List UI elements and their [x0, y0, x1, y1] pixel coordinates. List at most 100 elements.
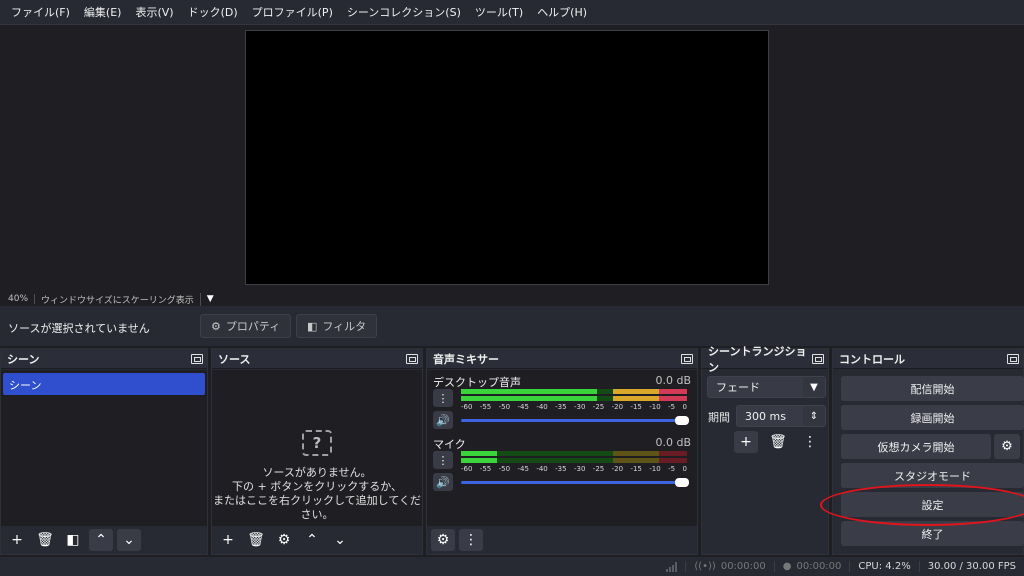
volume-meter — [461, 451, 687, 456]
gear-icon[interactable]: ⚙ — [994, 434, 1020, 459]
meter-tick-label: -45 — [517, 403, 529, 411]
duration-spinbox[interactable]: 300 ms ⇕ — [736, 405, 826, 427]
channel-db: 0.0 dB — [655, 436, 691, 449]
meter-level — [461, 389, 597, 394]
gear-icon[interactable]: ⚙ — [272, 529, 296, 551]
move-down-icon[interactable]: ⌄ — [117, 529, 141, 551]
volume-meter — [461, 389, 687, 394]
start-virtual-camera-button[interactable]: 仮想カメラ開始 — [841, 434, 991, 459]
meter-yellow — [613, 451, 659, 456]
stepper-icon[interactable]: ⇕ — [803, 406, 825, 426]
transition-actions: + 🗑 ⋮ — [734, 431, 822, 453]
meter-tick-label: -5 — [668, 465, 676, 473]
add-icon[interactable]: + — [216, 529, 240, 551]
menu-bar: ファイル(F) 編集(E) 表示(V) ドック(D) プロファイル(P) シーン… — [0, 0, 1024, 24]
properties-label: プロパティ — [225, 320, 281, 333]
undock-icon[interactable] — [1007, 353, 1019, 364]
mixer-dock-header: 音声ミキサー — [427, 349, 697, 369]
volume-slider[interactable] — [461, 416, 689, 425]
menu-profile[interactable]: プロファイル(P) — [245, 4, 340, 20]
record-icon: ● — [782, 561, 792, 572]
undock-icon[interactable] — [406, 353, 418, 364]
meter-ticks: -60 -55 -50 -45 -40 -35 -30 -25 -20 -15 -10 -5 0 — [461, 403, 687, 411]
undock-icon[interactable] — [681, 353, 693, 364]
preview-canvas[interactable] — [245, 30, 769, 285]
channel-menu-icon[interactable]: ⋮ — [433, 389, 453, 407]
start-streaming-button[interactable]: 配信開始 — [841, 376, 1024, 401]
meter-level — [461, 451, 498, 456]
recording-status: ● 00:00:00 — [773, 561, 850, 572]
mixer-channel-desktop: デスクトップ音声 0.0 dB ⋮ -60 -55 -50 -45 -40 -35 -30-… — [427, 372, 697, 432]
more-icon[interactable]: ⋮ — [798, 431, 822, 453]
move-up-icon[interactable]: ⌃ — [300, 529, 324, 551]
scene-item[interactable]: シーン — [3, 373, 205, 395]
undock-icon[interactable] — [191, 353, 203, 364]
mixer-channel-mic: マイク 0.0 dB ⋮ -60 -55 -50 -45 -40 -35 -30 -25 -20… — [427, 434, 697, 494]
filter-icon: ◧ — [307, 319, 318, 333]
trash-icon[interactable]: 🗑 — [244, 529, 268, 551]
meter-tick-label: -35 — [555, 403, 567, 411]
scene-filter-icon[interactable]: ◧ — [61, 529, 85, 551]
scenes-dock-title: シーン — [7, 352, 40, 366]
transitions-dock-header: シーントランジション — [702, 345, 828, 374]
studio-mode-button[interactable]: スタジオモード — [841, 463, 1024, 488]
channel-name: デスクトップ音声 — [433, 376, 521, 389]
preview-area[interactable] — [0, 24, 1024, 292]
mixer-menu-icon[interactable]: ⋮ — [459, 529, 483, 551]
sources-list[interactable]: ? ソースがありません。 下の + ボタンをクリックするか、 またはここを右クリ… — [212, 370, 422, 526]
menu-tools[interactable]: ツール(T) — [468, 4, 530, 20]
undock-icon[interactable] — [812, 353, 824, 364]
slider-knob[interactable] — [675, 416, 689, 425]
menu-edit[interactable]: 編集(E) — [77, 4, 129, 20]
meter-red — [659, 389, 687, 394]
menu-scene-collection[interactable]: シーンコレクション(S) — [340, 4, 468, 20]
recording-time: 00:00:00 — [796, 561, 842, 572]
volume-slider[interactable] — [461, 478, 689, 487]
trash-icon[interactable]: 🗑 — [33, 529, 57, 551]
speaker-icon[interactable]: 🔊 — [433, 473, 453, 491]
menu-file[interactable]: ファイル(F) — [4, 4, 77, 20]
settings-button[interactable]: 設定 — [841, 492, 1024, 517]
chevron-down-icon[interactable]: ▼ — [803, 377, 825, 397]
add-icon[interactable]: + — [5, 529, 29, 551]
empty-sources-message: ? ソースがありません。 下の + ボタンをクリックするか、 またはここを右クリ… — [212, 430, 422, 522]
meter-tick-label: -30 — [573, 403, 586, 411]
meter-tick-label: -15 — [630, 465, 642, 473]
meter-tick-label: 0 — [682, 403, 687, 411]
move-up-icon[interactable]: ⌃ — [89, 529, 113, 551]
trash-icon[interactable]: 🗑 — [766, 431, 790, 453]
controls-dock-title: コントロール — [839, 352, 905, 366]
menu-view[interactable]: 表示(V) — [128, 4, 180, 20]
meter-tick-label: -10 — [649, 403, 661, 411]
meter-yellow — [613, 389, 659, 394]
start-recording-button[interactable]: 録画開始 — [841, 405, 1024, 430]
stream-time: 00:00:00 — [720, 561, 766, 572]
add-icon[interactable]: + — [734, 431, 758, 453]
meter-tick-label: -25 — [592, 465, 605, 473]
controls-dock-header: コントロール — [833, 349, 1023, 369]
exit-button[interactable]: 終了 — [841, 521, 1024, 546]
duration-label: 期間 — [708, 411, 730, 424]
sources-dock: ソース ? ソースがありません。 下の + ボタンをクリックするか、 またはここ… — [211, 348, 423, 555]
speaker-icon[interactable]: 🔊 — [433, 411, 453, 429]
transition-select[interactable]: フェード ▼ — [707, 376, 826, 398]
fps-readout: 30.00 / 30.00 FPS — [918, 561, 1024, 572]
slider-knob[interactable] — [675, 478, 689, 487]
menu-help[interactable]: ヘルプ(H) — [530, 4, 594, 20]
filters-button[interactable]: ◧ フィルタ — [296, 314, 378, 338]
meter-tick-label: -60 — [461, 465, 473, 473]
zoom-dropdown-icon[interactable]: ▼ — [201, 294, 220, 304]
menu-docks[interactable]: ドック(D) — [181, 4, 245, 20]
channel-menu-icon[interactable]: ⋮ — [433, 451, 453, 469]
meter-tick-label: -25 — [592, 403, 605, 411]
scenes-footer: + 🗑 ◧ ⌃ ⌄ — [1, 526, 207, 554]
properties-button[interactable]: ⚙ プロパティ — [200, 314, 292, 338]
controls-dock: コントロール 配信開始 録画開始 仮想カメラ開始 ⚙ スタジオモード 設定 終了 — [832, 348, 1024, 555]
zoom-mode[interactable]: ウィンドウサイズにスケーリング表示 — [35, 292, 201, 306]
move-down-icon[interactable]: ⌄ — [328, 529, 352, 551]
scenes-dock-header: シーン — [1, 349, 207, 369]
advanced-audio-icon[interactable]: ⚙ — [431, 529, 455, 551]
meter-tick-label: -5 — [668, 403, 676, 411]
signal-icon — [658, 561, 685, 572]
gear-icon: ⚙ — [211, 319, 221, 333]
